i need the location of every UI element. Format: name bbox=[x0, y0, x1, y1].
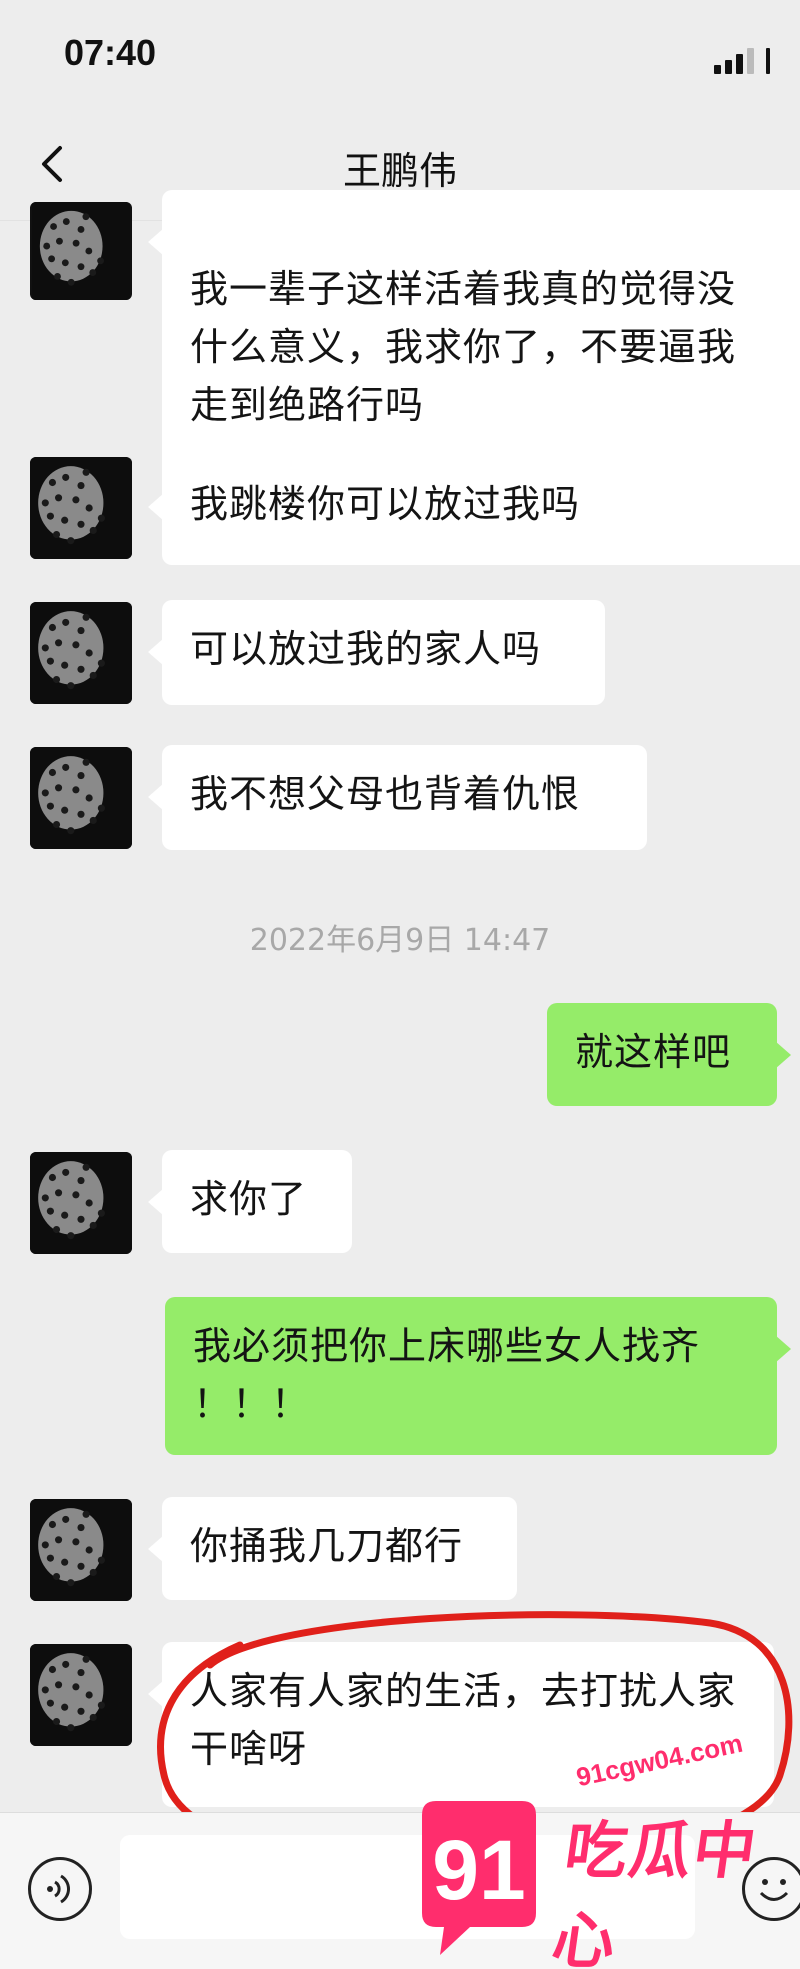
message-bubble[interactable]: 我必须把你上床哪些女人找齐 ！！！ bbox=[165, 1297, 791, 1455]
leopard-avatar[interactable] bbox=[30, 457, 132, 559]
message-bubble[interactable]: 我跳楼你可以放过我吗 bbox=[148, 455, 647, 560]
message-line: 我不想父母也背着仇恨 bbox=[190, 772, 581, 816]
message-line: 什么意义，我求你了，不要逼我 bbox=[190, 325, 737, 369]
message-bubble[interactable]: 可以放过我的家人吗 bbox=[148, 600, 605, 705]
leopard-avatar[interactable] bbox=[30, 602, 132, 704]
message-line: 就这样吧 bbox=[575, 1030, 732, 1074]
message-line: 走到绝路行吗 bbox=[190, 383, 425, 427]
chat-title: 王鹏伟 bbox=[342, 149, 457, 193]
leopard-avatar[interactable] bbox=[30, 1152, 132, 1254]
leopard-image bbox=[32, 202, 130, 300]
watermark-badge-text: 91 bbox=[432, 1823, 525, 1917]
status-time: 07:40 bbox=[64, 32, 157, 73]
watermark-badge: 91 bbox=[422, 1801, 536, 1955]
chat-timestamp: 2022年6月9日 14:47 bbox=[249, 923, 551, 958]
signal-icon bbox=[714, 44, 774, 74]
message-line: 我一辈子这样活着我真的觉得没 bbox=[190, 267, 737, 311]
leopard-avatar[interactable] bbox=[30, 747, 132, 849]
message-bubble[interactable]: 我不想父母也背着仇恨 bbox=[148, 745, 647, 850]
leopard-avatar[interactable] bbox=[30, 1644, 132, 1746]
message-bubble[interactable]: 就这样吧 bbox=[547, 1003, 791, 1106]
leopard-image bbox=[30, 747, 132, 849]
message-line: ！！！ bbox=[193, 1382, 311, 1426]
message-line: 你捅我几刀都行 bbox=[190, 1524, 464, 1568]
message-line: 可以放过我的家人吗 bbox=[190, 627, 542, 671]
chat-screen: 07:40 王鹏伟 我一辈子这样活着我真的觉得没 什么意义，我求你了，不要逼我 … bbox=[0, 0, 800, 1969]
leopard-avatar[interactable] bbox=[30, 202, 132, 300]
leopard-image bbox=[30, 1644, 132, 1746]
leopard-image bbox=[30, 457, 132, 559]
voice-icon[interactable] bbox=[28, 1857, 92, 1921]
message-line: 我跳楼你可以放过我吗 bbox=[190, 482, 581, 526]
message-bubble[interactable]: 你捅我几刀都行 bbox=[148, 1497, 517, 1600]
message-bubble[interactable]: 求你了 bbox=[148, 1150, 352, 1253]
leopard-image bbox=[30, 602, 132, 704]
status-bar: 07:40 bbox=[0, 0, 800, 110]
message-line: 求你了 bbox=[190, 1177, 308, 1221]
leopard-image bbox=[30, 1152, 132, 1254]
leopard-image bbox=[30, 1499, 132, 1601]
leopard-avatar[interactable] bbox=[30, 1499, 132, 1601]
watermark-name: 吃瓜中心 bbox=[547, 1814, 763, 1969]
message-line: 我必须把你上床哪些女人找齐 bbox=[193, 1324, 701, 1368]
